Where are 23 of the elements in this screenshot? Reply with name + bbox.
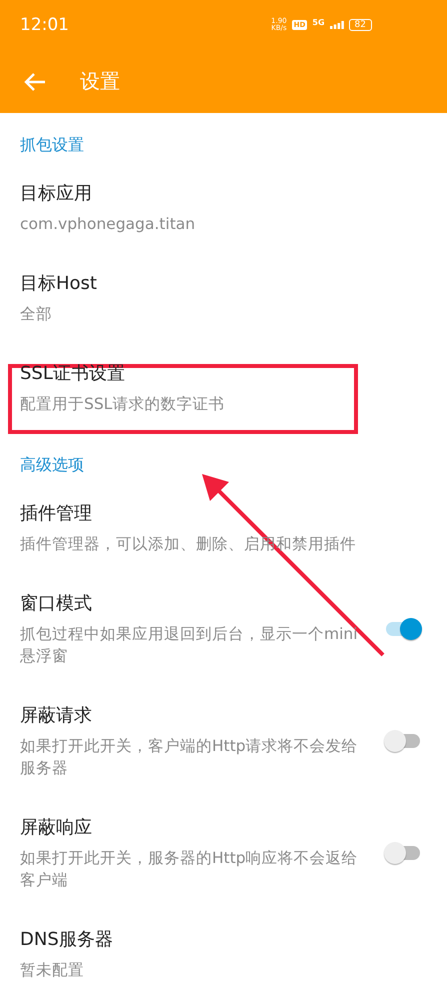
setting-description: 抓包过程中如果应用退回到后台，显示一个mini悬浮窗 [20,624,359,667]
setting-description: com.vphonegaga.titan [20,214,196,235]
setting-description: 配置用于SSL请求的数字证书 [20,394,226,415]
battery-level: 82 [348,19,372,31]
setting-description: 如果打开此开关，服务器的Http响应将不会返给客户端 [20,848,359,891]
setting-title[interactable]: 屏蔽请求 [20,703,365,729]
setting-title[interactable]: SSL证书设置 [20,361,365,387]
setting-title[interactable]: 目标应用 [20,181,365,207]
section-header: 高级选项 [19,454,85,476]
setting-title[interactable]: DNS服务器 [20,927,365,953]
setting-title[interactable]: 插件管理 [20,501,365,527]
setting-title[interactable]: 目标Host [20,271,365,297]
setting-title[interactable]: 窗口模式 [20,591,365,617]
signal-icon [330,21,344,29]
setting-description: 如果打开此开关，客户端的Http请求将不会发给服务器 [20,736,359,779]
status-time: 12:01 [20,15,69,35]
section-header: 抓包设置 [19,134,85,156]
network-type: 5G [312,18,325,26]
back-arrow-icon[interactable] [24,72,46,92]
setting-description: 暂未配置 [20,960,85,981]
setting-title[interactable]: 屏蔽响应 [20,815,365,841]
setting-description: 全部 [20,304,53,325]
page-title: 设置 [80,68,120,95]
